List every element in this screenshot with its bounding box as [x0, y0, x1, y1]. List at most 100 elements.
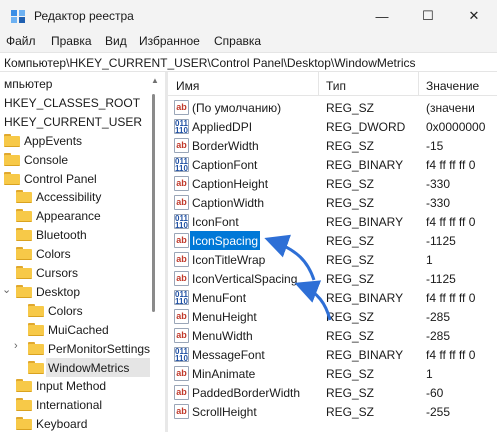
- close-icon: ✕: [468, 8, 480, 23]
- value-row[interactable]: ab MenuHeight REG_SZ -285: [168, 307, 497, 326]
- value-data: -1125: [426, 272, 456, 286]
- value-name: PaddedBorderWidth: [192, 386, 301, 400]
- string-value-icon: ab: [174, 404, 189, 419]
- menu-edit[interactable]: Правка: [51, 34, 92, 48]
- menu-help[interactable]: Справка: [214, 34, 261, 48]
- binary-value-icon: 011 110: [174, 119, 189, 135]
- value-row[interactable]: ab IconSpacing REG_SZ -1125: [168, 231, 497, 250]
- column-divider[interactable]: [318, 72, 319, 96]
- column-type[interactable]: Тип: [326, 79, 346, 93]
- string-value-icon: ab: [174, 385, 189, 400]
- value-type: REG_DWORD: [326, 120, 406, 134]
- tree-item-label: Desktop: [36, 284, 81, 299]
- tree-item[interactable]: AppEvents: [0, 131, 150, 150]
- value-row[interactable]: 011 110 CaptionFont REG_BINARY f4 ff ff ff …: [168, 155, 497, 174]
- tree-scrollbar[interactable]: ▲: [150, 72, 159, 432]
- value-data: 1: [426, 253, 433, 267]
- value-name-selected[interactable]: IconSpacing: [190, 231, 261, 250]
- folder-icon: [4, 152, 20, 166]
- minimize-button[interactable]: —: [359, 0, 405, 32]
- value-row[interactable]: ab IconVerticalSpacing REG_SZ -1125: [168, 269, 497, 288]
- folder-icon: [16, 190, 32, 204]
- tree-item-label: Appearance: [36, 209, 101, 224]
- scroll-up-icon[interactable]: ▲: [151, 76, 159, 85]
- column-value[interactable]: Значение: [426, 79, 479, 93]
- chevron-down-icon[interactable]: ⌄: [2, 283, 11, 296]
- folder-icon: [28, 360, 44, 374]
- tree-item[interactable]: Keyboard: [0, 414, 150, 432]
- tree-item-label: Colors: [36, 247, 71, 262]
- value-name: IconTitleWrap: [192, 253, 266, 267]
- value-row[interactable]: ab CaptionWidth REG_SZ -330: [168, 193, 497, 212]
- value-row[interactable]: ab MinAnimate REG_SZ 1: [168, 364, 497, 383]
- folder-icon: [28, 303, 44, 317]
- folder-icon: [16, 417, 32, 431]
- value-data: f4 ff ff ff 0: [426, 158, 476, 172]
- tree-item-label: Accessibility: [36, 190, 102, 205]
- string-value-icon: ab: [174, 100, 189, 115]
- tree-item[interactable]: мпьютер: [0, 74, 150, 93]
- tree-item[interactable]: HKEY_CLASSES_ROOT: [0, 93, 150, 112]
- value-row[interactable]: ab (По умолчанию) REG_SZ (значени: [168, 98, 497, 117]
- value-type: REG_BINARY: [326, 158, 404, 172]
- value-name: MenuFont: [192, 291, 247, 305]
- menu-file[interactable]: Файл: [6, 34, 36, 48]
- tree-item[interactable]: International: [0, 395, 150, 414]
- value-name: MinAnimate: [192, 367, 256, 381]
- value-row[interactable]: 011 110 AppliedDPI REG_DWORD 0x0000000: [168, 117, 497, 136]
- maximize-button[interactable]: ☐: [405, 0, 451, 32]
- scrollbar-thumb[interactable]: [152, 94, 155, 312]
- value-name: IconFont: [192, 215, 239, 229]
- key-tree[interactable]: мпьютер HKEY_CLASSES_ROOT HKEY_CURRENT_USE…: [0, 72, 162, 432]
- folder-icon: [28, 341, 44, 355]
- tree-item[interactable]: Accessibility: [0, 187, 150, 206]
- tree-item-label: мпьютер: [4, 77, 53, 91]
- tree-item[interactable]: ⌄ Desktop: [0, 282, 150, 301]
- value-type: REG_BINARY: [326, 215, 404, 229]
- tree-item[interactable]: Input Method: [0, 376, 150, 395]
- tree-item-label: Console: [24, 152, 69, 167]
- tree-item[interactable]: MuiCached: [0, 320, 150, 339]
- tree-item[interactable]: Bluetooth: [0, 225, 150, 244]
- column-divider[interactable]: [418, 72, 419, 96]
- folder-icon: [16, 266, 32, 279]
- tree-item[interactable]: Appearance: [0, 206, 150, 225]
- value-row[interactable]: 011 110 IconFont REG_BINARY f4 ff ff ff 0: [168, 212, 497, 231]
- value-type: REG_SZ: [326, 139, 375, 153]
- values-list[interactable]: Имя Тип Значение ab (По умолчанию) REG_SZ(…: [168, 72, 497, 432]
- tree-item-selected[interactable]: WindowMetrics: [0, 357, 150, 377]
- menu-favorites[interactable]: Избранное: [139, 34, 200, 48]
- value-row[interactable]: 011 110 MessageFont REG_BINARY f4 ff ff ff …: [168, 345, 497, 364]
- tree-item[interactable]: HKEY_CURRENT_USER: [0, 112, 150, 131]
- value-row[interactable]: ab IconTitleWrap REG_SZ 1: [168, 250, 497, 269]
- close-button[interactable]: ✕: [451, 0, 497, 32]
- tree-item[interactable]: Control Panel: [0, 169, 150, 188]
- string-value-icon: ab: [174, 309, 189, 324]
- tree-item[interactable]: Colors: [0, 301, 150, 320]
- tree-item[interactable]: Colors: [0, 244, 150, 263]
- value-data: -330: [426, 196, 451, 210]
- value-data: f4 ff ff ff 0: [426, 291, 476, 305]
- chevron-right-icon[interactable]: ›: [14, 340, 18, 352]
- value-type: REG_SZ: [326, 101, 375, 115]
- binary-value-icon: 011 110: [174, 157, 189, 173]
- tree-item[interactable]: Cursors: [0, 263, 150, 282]
- tree-item[interactable]: › PerMonitorSettings: [0, 339, 150, 358]
- value-type: REG_SZ: [326, 272, 375, 286]
- value-row[interactable]: ab ScrollHeight REG_SZ -255: [168, 402, 497, 421]
- address-path[interactable]: Компьютер\HKEY_CURRENT_USER\Control Pane…: [4, 56, 416, 70]
- menu-view[interactable]: Вид: [105, 34, 127, 48]
- value-row[interactable]: ab PaddedBorderWidth REG_SZ -60: [168, 383, 497, 402]
- tree-item-label: Cursors: [36, 266, 79, 280]
- string-value-icon: ab: [174, 271, 189, 286]
- tree-item[interactable]: Console: [0, 150, 150, 169]
- value-type: REG_SZ: [326, 253, 375, 267]
- value-row[interactable]: 011 110 MenuFont REG_BINARY f4 ff ff ff 0: [168, 288, 497, 307]
- address-bar[interactable]: Компьютер\HKEY_CURRENT_USER\Control Pane…: [0, 52, 497, 72]
- value-name: CaptionFont: [192, 158, 258, 172]
- value-data: f4 ff ff ff 0: [426, 215, 476, 229]
- value-row[interactable]: ab BorderWidth REG_SZ -15: [168, 136, 497, 155]
- column-name[interactable]: Имя: [176, 79, 199, 93]
- value-row[interactable]: ab CaptionHeight REG_SZ -330: [168, 174, 497, 193]
- value-row[interactable]: ab MenuWidth REG_SZ -285: [168, 326, 497, 345]
